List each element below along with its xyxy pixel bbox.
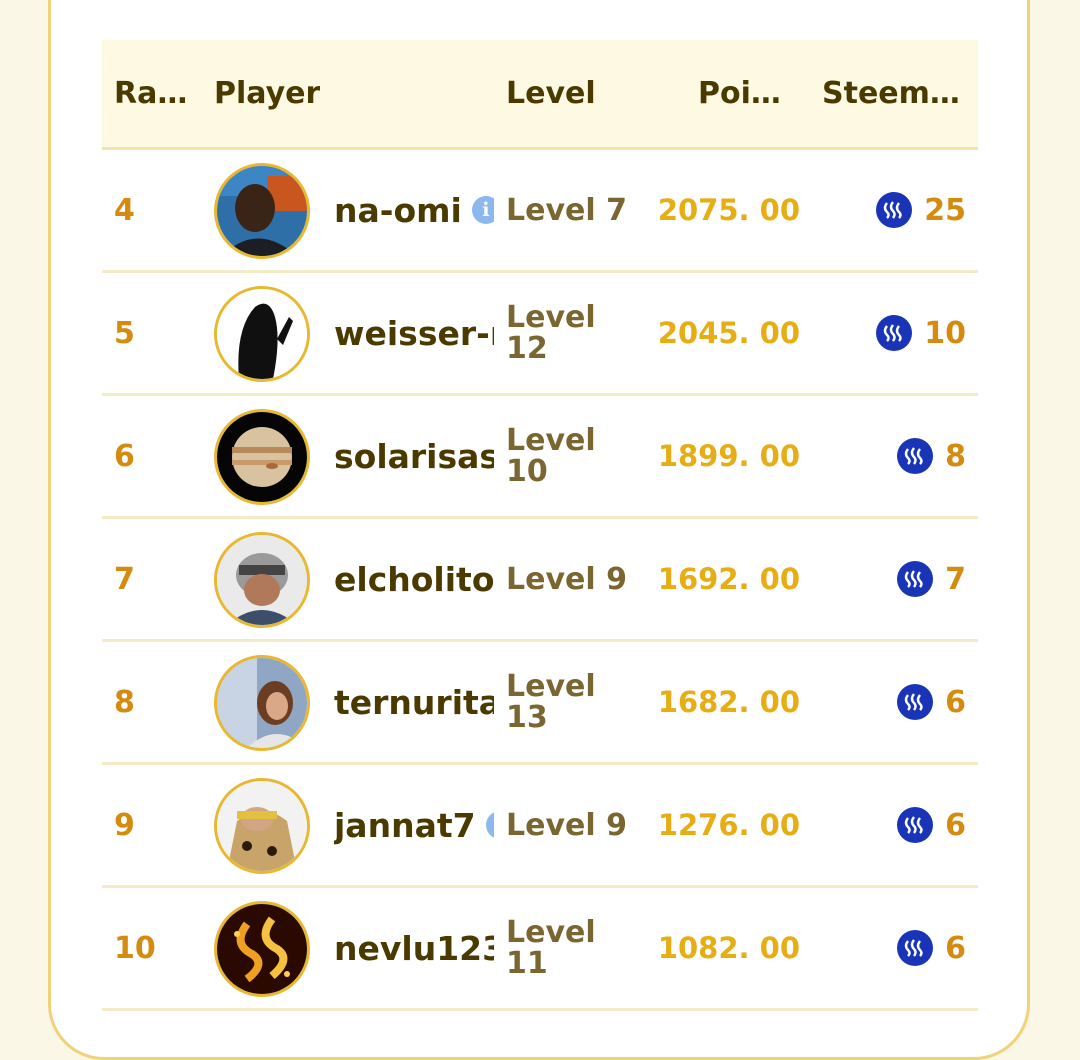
steem-logo-icon xyxy=(897,438,934,474)
player-name-text[interactable]: ternuritas xyxy=(334,683,494,722)
table-row[interactable]: 8 ternuritas Level 13 1682. 00 6 xyxy=(102,642,978,765)
info-icon[interactable]: i xyxy=(485,811,494,839)
player-name[interactable]: jannat7 i xyxy=(334,765,494,885)
rank-value: 6 xyxy=(114,438,135,474)
rank-value: 9 xyxy=(114,807,135,843)
steem-value: 25 xyxy=(924,192,966,228)
steem-reward: 7 xyxy=(822,519,966,639)
rank-value: 7 xyxy=(114,561,135,597)
steem-reward: 6 xyxy=(822,765,966,885)
steem-logo-icon xyxy=(897,807,934,843)
table-row[interactable]: 9 jannat7 i Level 9 1276. 00 6 xyxy=(102,765,978,888)
steem-value: 6 xyxy=(945,930,966,966)
table-header: Ra... Player Level Points Steem ... xyxy=(102,40,978,150)
rank-value: 5 xyxy=(114,315,135,351)
table-row[interactable]: 6 solarisast Level 10 1899. 00 8 xyxy=(102,396,978,519)
rank-value: 8 xyxy=(114,684,135,720)
level-value: Level 7 xyxy=(506,192,627,228)
player-avatar[interactable] xyxy=(214,778,310,874)
player-name[interactable]: elcholitos xyxy=(334,519,494,639)
steem-value: 7 xyxy=(945,561,966,597)
player-avatar[interactable] xyxy=(214,409,310,505)
rank-value: 10 xyxy=(114,930,156,966)
points-value: 1899. 00 xyxy=(657,439,800,473)
points-value: 1276. 00 xyxy=(657,808,800,842)
steem-reward: 6 xyxy=(822,642,966,762)
player-avatar[interactable] xyxy=(214,163,310,259)
player-avatar[interactable] xyxy=(214,286,310,382)
steem-reward: 10 xyxy=(822,273,966,393)
player-avatar[interactable] xyxy=(214,532,310,628)
table-row[interactable]: 5 weisser-r Level 12 2045. 00 10 xyxy=(102,273,978,396)
level-text: Level 12 xyxy=(506,300,596,366)
player-name[interactable]: solarisast xyxy=(334,396,494,516)
column-rank[interactable]: Ra... xyxy=(114,76,188,111)
points-value: 2045. 00 xyxy=(657,316,800,350)
steem-logo-icon xyxy=(876,192,913,228)
level-value: Level 9 xyxy=(506,807,627,843)
steem-value: 6 xyxy=(945,684,966,720)
table-row[interactable]: 4 na-omi i Level 7 2075. 00 25 xyxy=(102,150,978,273)
player-name-text[interactable]: elcholitos xyxy=(334,560,494,599)
steem-value: 8 xyxy=(945,438,966,474)
table-body: 4 na-omi i Level 7 2075. 00 25 5 weisser-r Level… xyxy=(102,150,978,1011)
column-points[interactable]: Points xyxy=(698,76,800,111)
player-name-text[interactable]: solarisast xyxy=(334,437,494,476)
level-text: Level 13 xyxy=(506,669,596,735)
level-value: Level 12 xyxy=(506,273,636,393)
level-value: Level 13 xyxy=(506,642,636,762)
points-value: 1682. 00 xyxy=(657,685,800,719)
player-name[interactable]: na-omi i xyxy=(334,150,494,270)
level-value: Level 11 xyxy=(506,915,596,981)
steem-reward: 6 xyxy=(822,888,966,1008)
player-name-text[interactable]: na-omi xyxy=(334,191,462,230)
player-name-text[interactable]: weisser-r xyxy=(334,314,494,353)
column-level[interactable]: Level xyxy=(506,76,596,111)
column-player[interactable]: Player xyxy=(214,76,320,111)
steem-value: 6 xyxy=(945,807,966,843)
player-name[interactable]: nevlu123 xyxy=(334,888,494,1008)
points-value: 2075. 00 xyxy=(657,193,800,227)
steem-logo-icon xyxy=(897,561,934,597)
steem-logo-icon xyxy=(876,315,913,351)
steem-value: 10 xyxy=(924,315,966,351)
player-name-text[interactable]: nevlu123 xyxy=(334,929,494,968)
steem-reward: 8 xyxy=(822,396,966,516)
player-name-text[interactable]: jannat7 xyxy=(334,806,476,845)
points-value: 1692. 00 xyxy=(657,562,800,596)
player-name[interactable]: ternuritas xyxy=(334,642,494,762)
level-value: Level 10 xyxy=(506,396,636,516)
info-icon[interactable]: i xyxy=(471,196,494,224)
steem-logo-icon xyxy=(897,684,934,720)
player-avatar[interactable] xyxy=(214,655,310,751)
column-steem[interactable]: Steem ... xyxy=(822,76,964,111)
table-row[interactable]: 10 nevlu123 Level 11 1082. 00 6 xyxy=(102,888,978,1011)
table-row[interactable]: 7 elcholitos Level 9 1692. 00 7 xyxy=(102,519,978,642)
player-avatar[interactable] xyxy=(214,901,310,997)
points-value: 1082. 00 xyxy=(657,931,800,965)
level-text: Level 10 xyxy=(506,423,596,489)
leaderboard-table: Ra... Player Level Points Steem ... 4 na-… xyxy=(102,40,978,1011)
rank-value: 4 xyxy=(114,192,135,228)
steem-reward: 25 xyxy=(822,150,966,270)
steem-logo-icon xyxy=(897,930,934,966)
player-name[interactable]: weisser-r xyxy=(334,273,494,393)
level-value: Level 9 xyxy=(506,561,627,597)
